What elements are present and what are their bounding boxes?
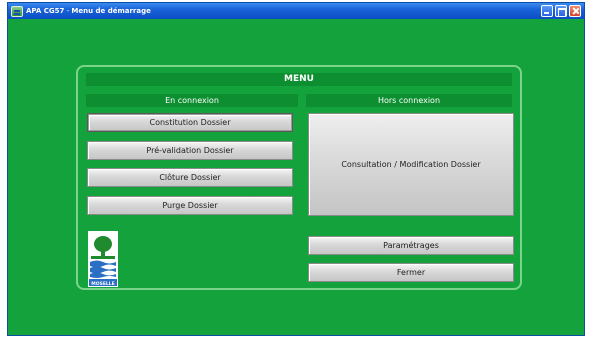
parametrages-button[interactable]: Paramétrages	[308, 236, 514, 255]
title-bar[interactable]: APA CG57 - Menu de démarrage	[8, 3, 584, 19]
logo-text: MOSELLE	[91, 281, 114, 287]
minimize-icon[interactable]	[541, 5, 553, 17]
close-icon[interactable]	[569, 5, 581, 17]
window-controls	[541, 5, 581, 17]
moselle-logo: MOSELLE	[88, 231, 118, 287]
cloture-dossier-button[interactable]: Clôture Dossier	[87, 168, 293, 187]
online-section-label: En connexion	[86, 94, 298, 107]
purge-dossier-button[interactable]: Purge Dossier	[87, 196, 293, 215]
offline-section-label: Hors connexion	[306, 94, 512, 107]
fermer-button[interactable]: Fermer	[308, 263, 514, 282]
window-title: APA CG57 - Menu de démarrage	[26, 7, 151, 15]
pre-validation-dossier-button[interactable]: Pré-validation Dossier	[87, 141, 293, 160]
maximize-icon[interactable]	[555, 5, 567, 17]
application-window: APA CG57 - Menu de démarrage MENU En con…	[7, 2, 585, 336]
menu-panel: MENU En connexion Hors connexion Constit…	[76, 65, 522, 290]
constitution-dossier-button[interactable]: Constitution Dossier	[87, 113, 293, 132]
window-app-name: APA CG57	[26, 7, 65, 15]
consultation-modification-dossier-button[interactable]: Consultation / Modification Dossier	[308, 113, 514, 216]
menu-title: MENU	[86, 73, 512, 86]
window-subtitle: Menu de démarrage	[71, 7, 151, 15]
app-icon	[11, 5, 23, 17]
